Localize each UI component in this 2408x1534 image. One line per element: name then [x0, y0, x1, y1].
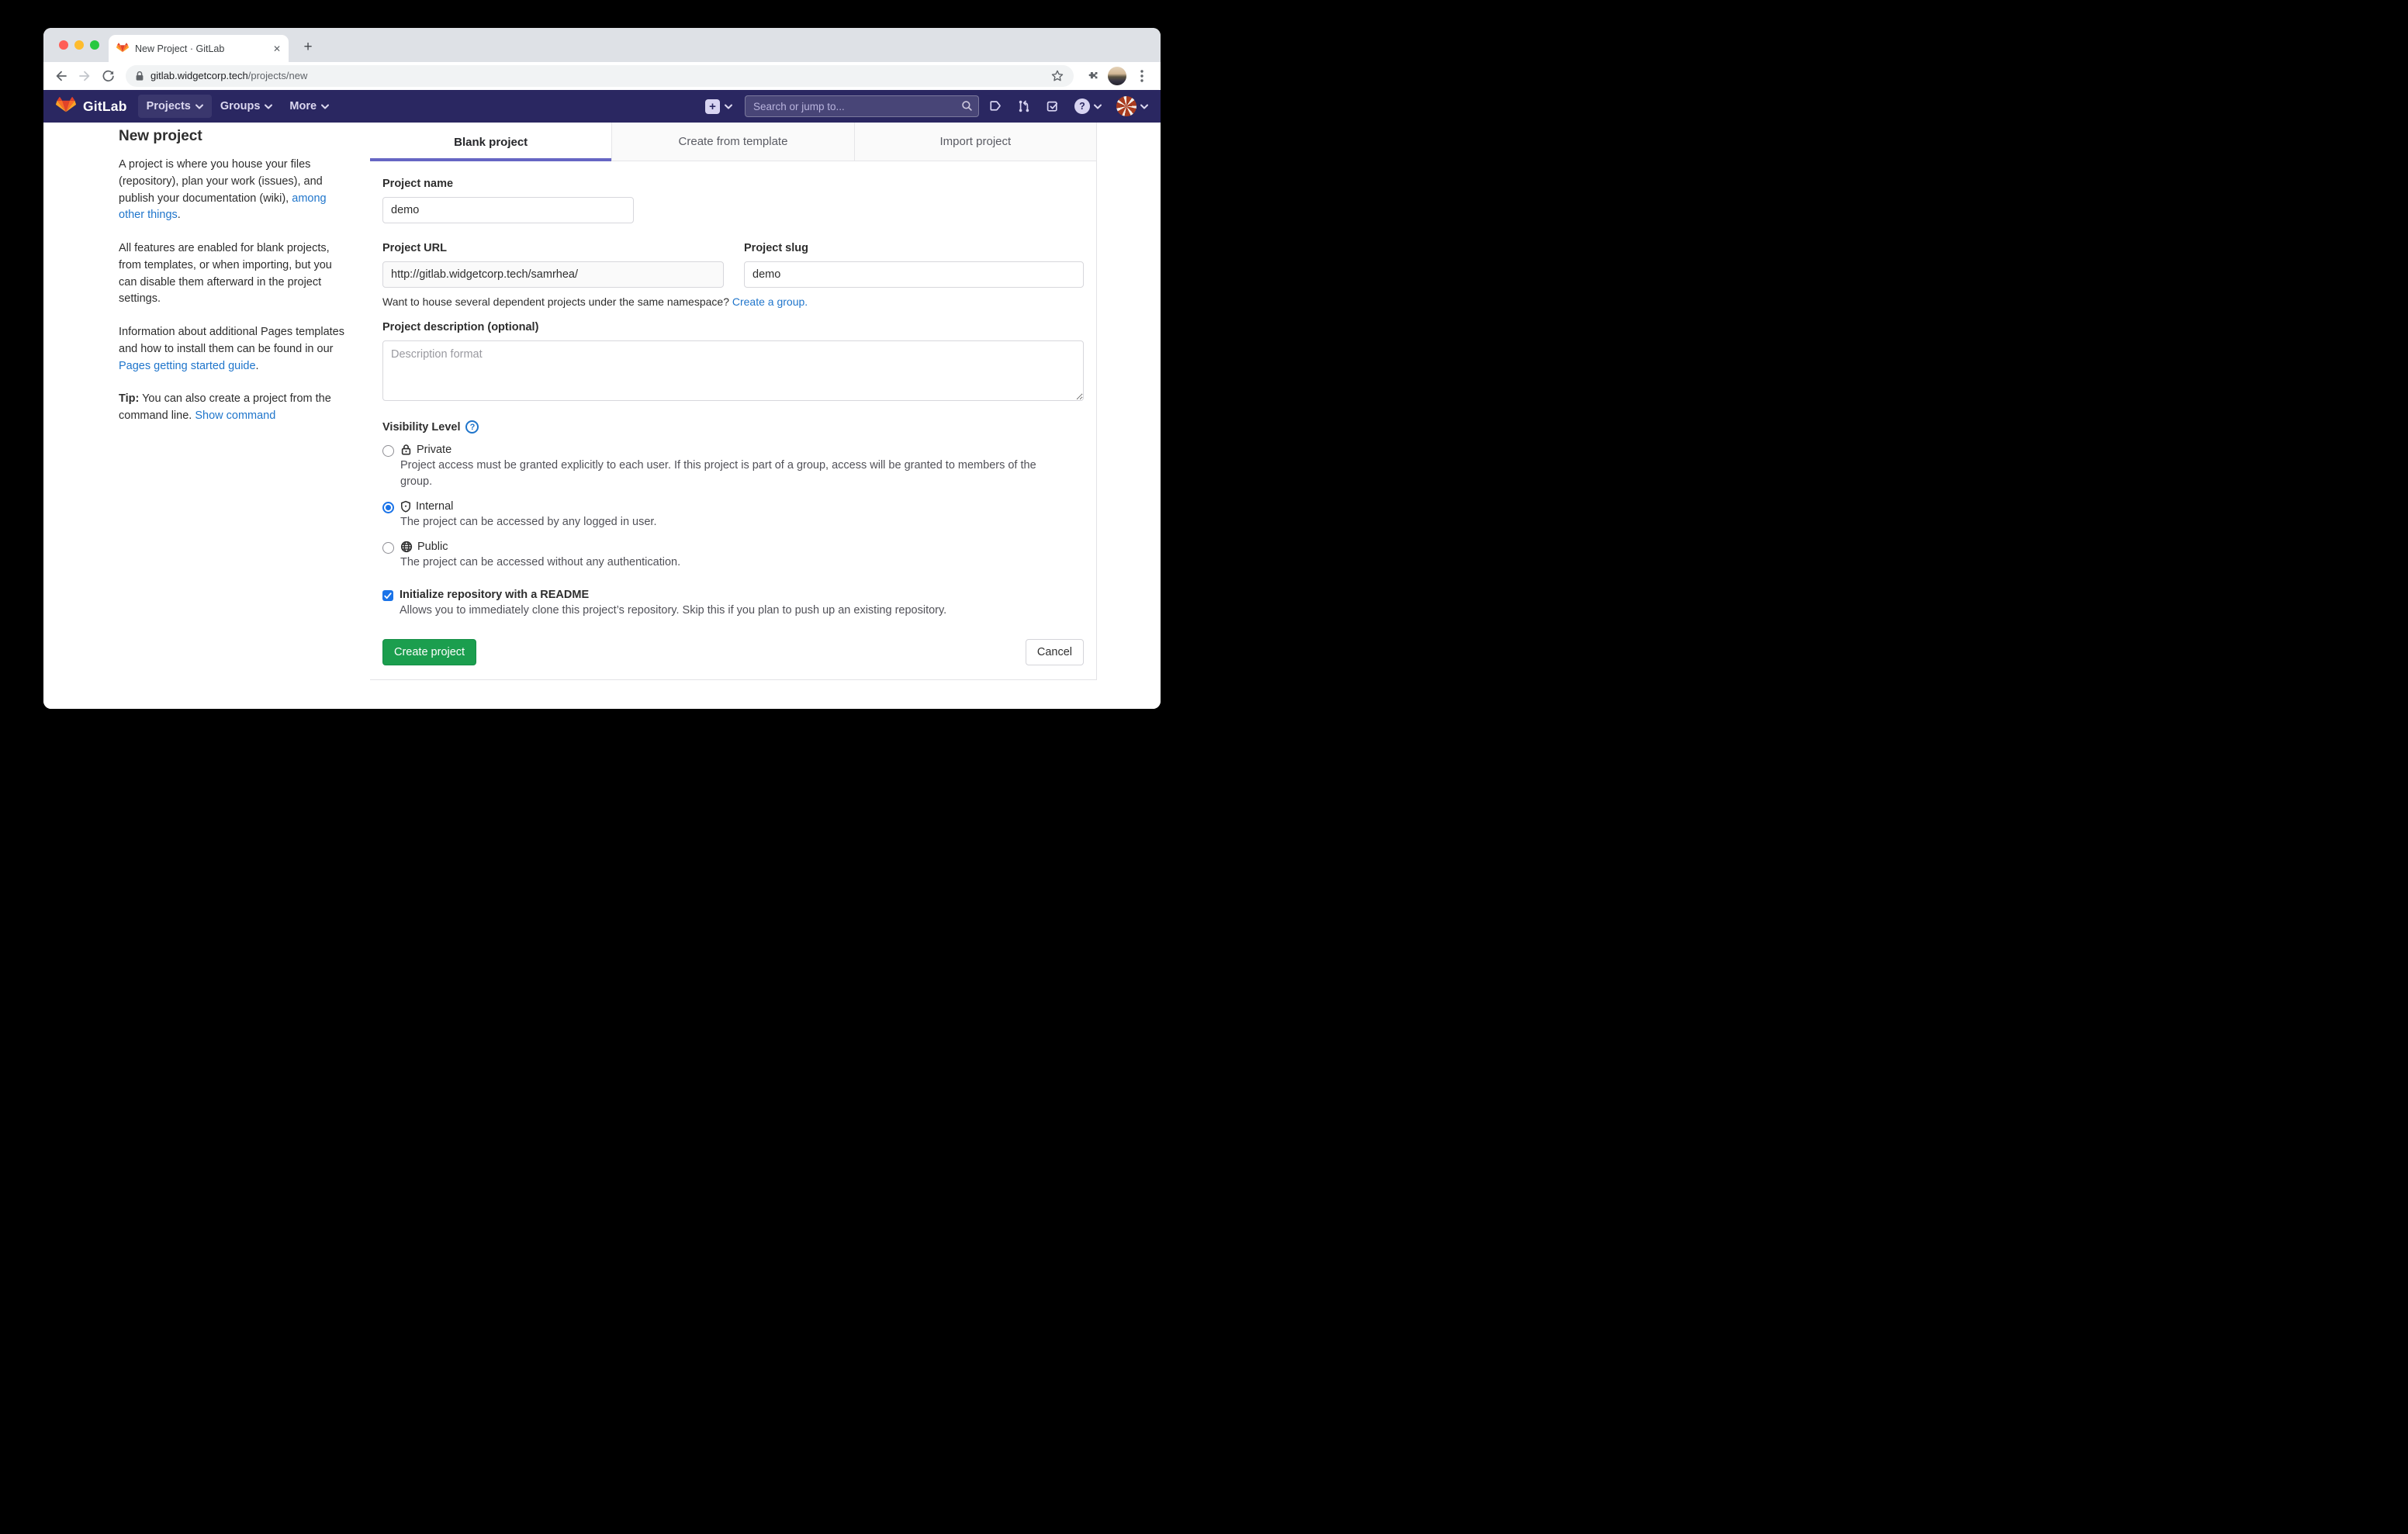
project-name-input[interactable]: [382, 197, 634, 223]
browser-menu-dots-icon[interactable]: [1131, 65, 1153, 87]
internal-radio[interactable]: [382, 502, 394, 513]
project-name-label: Project name: [382, 178, 1084, 190]
readme-label: Initialize repository with a README: [400, 589, 946, 601]
intro-paragraph: A project is where you house your files …: [119, 157, 347, 224]
globe-icon: [400, 541, 413, 553]
minimize-window-button[interactable]: [74, 40, 84, 50]
browser-tab[interactable]: New Project · GitLab ✕: [109, 35, 289, 62]
namespace-hint: Want to house several dependent projects…: [382, 295, 1084, 308]
project-url-input[interactable]: [382, 261, 724, 288]
page-content: New project A project is where you house…: [43, 123, 1161, 709]
project-slug-label: Project slug: [744, 242, 1084, 254]
public-option-name: Public: [417, 541, 448, 553]
gitlab-brand[interactable]: GitLab: [83, 98, 127, 115]
browser-window: New Project · GitLab ✕ + gitlab.widgetc: [43, 28, 1161, 709]
new-project-form: Blank project Create from template Impor…: [370, 123, 1097, 680]
readme-option[interactable]: Initialize repository with a README Allo…: [382, 589, 1084, 617]
nav-groups[interactable]: Groups: [212, 95, 282, 118]
project-type-tabs: Blank project Create from template Impor…: [370, 123, 1096, 161]
todo-check-icon[interactable]: [1046, 99, 1060, 113]
gitlab-navbar: GitLab Projects Groups More +: [43, 90, 1161, 123]
user-menu[interactable]: [1116, 96, 1148, 116]
forward-icon[interactable]: [74, 66, 95, 86]
create-a-group-link[interactable]: Create a group.: [732, 295, 808, 308]
new-menu-button[interactable]: +: [701, 96, 737, 117]
lock-icon: [135, 71, 144, 81]
merge-request-icon[interactable]: [1017, 99, 1031, 113]
public-radio[interactable]: [382, 542, 394, 554]
browser-toolbar: gitlab.widgetcorp.tech/projects/new: [43, 62, 1161, 90]
tab-blank-project[interactable]: Blank project: [370, 123, 611, 161]
screen: New Project · GitLab ✕ + gitlab.widgetc: [0, 0, 1204, 767]
tab-create-from-template[interactable]: Create from template: [611, 123, 853, 161]
plus-icon: +: [705, 99, 720, 114]
traffic-lights: [59, 40, 99, 50]
search-input[interactable]: [745, 95, 979, 117]
gitlab-logo-icon[interactable]: [56, 97, 76, 116]
search-icon: [961, 100, 973, 112]
help-icon: ?: [1074, 98, 1090, 114]
chevron-down-icon: [195, 104, 203, 109]
readme-description: Allows you to immediately clone this pro…: [400, 604, 946, 617]
visibility-option-internal[interactable]: Internal The project can be accessed by …: [382, 500, 1084, 530]
show-command-link[interactable]: Show command: [195, 409, 275, 422]
chevron-down-icon: [1140, 104, 1148, 109]
bookmark-star-icon[interactable]: [1050, 69, 1064, 83]
create-project-button[interactable]: Create project: [382, 639, 476, 665]
private-radio[interactable]: [382, 445, 394, 457]
readme-checkbox[interactable]: [382, 590, 393, 601]
project-url-label: Project URL: [382, 242, 724, 254]
shield-icon: [400, 500, 411, 513]
visibility-level-label: Visibility Level: [382, 421, 460, 434]
url-path: /projects/new: [248, 70, 308, 81]
pages-paragraph: Information about additional Pages templ…: [119, 324, 347, 375]
internal-option-name: Internal: [416, 500, 453, 513]
nav-projects[interactable]: Projects: [138, 95, 212, 118]
help-menu[interactable]: ?: [1074, 98, 1102, 114]
tab-import-project[interactable]: Import project: [854, 123, 1096, 161]
public-option-description: The project can be accessed without any …: [400, 555, 680, 571]
gitlab-favicon-icon: [116, 43, 129, 55]
extensions-puzzle-icon[interactable]: [1081, 65, 1103, 87]
issues-icon[interactable]: [988, 100, 1002, 113]
cancel-button[interactable]: Cancel: [1026, 639, 1084, 665]
tip-paragraph: Tip: You can also create a project from …: [119, 391, 347, 425]
private-option-description: Project access must be granted explicitl…: [400, 458, 1067, 490]
tab-strip: New Project · GitLab ✕ +: [43, 28, 1161, 62]
chevron-down-icon: [725, 104, 732, 109]
tab-title: New Project · GitLab: [135, 43, 268, 54]
zoom-window-button[interactable]: [90, 40, 99, 50]
lock-icon: [400, 444, 412, 456]
visibility-help-icon[interactable]: ?: [465, 420, 479, 434]
back-icon[interactable]: [51, 66, 71, 86]
global-search: [745, 95, 979, 117]
project-description-label: Project description (optional): [382, 321, 1084, 333]
chevron-down-icon: [1094, 104, 1102, 109]
project-description-textarea[interactable]: [382, 340, 1084, 401]
chevron-down-icon: [265, 104, 272, 109]
close-window-button[interactable]: [59, 40, 68, 50]
private-option-name: Private: [417, 444, 452, 456]
user-avatar: [1116, 96, 1137, 116]
new-tab-button[interactable]: +: [298, 37, 318, 57]
visibility-option-private[interactable]: Private Project access must be granted e…: [382, 444, 1084, 490]
tab-close-icon[interactable]: ✕: [273, 44, 281, 54]
project-slug-input[interactable]: [744, 261, 1084, 288]
nav-more[interactable]: More: [281, 95, 337, 118]
pages-guide-link[interactable]: Pages getting started guide: [119, 360, 256, 372]
url-host: gitlab.widgetcorp.tech: [150, 70, 248, 81]
page-intro: New project A project is where you house…: [119, 128, 347, 441]
chevron-down-icon: [321, 104, 329, 109]
page-title: New project: [119, 128, 347, 145]
address-bar[interactable]: gitlab.widgetcorp.tech/projects/new: [126, 65, 1074, 87]
internal-option-description: The project can be accessed by any logge…: [400, 514, 656, 530]
features-paragraph: All features are enabled for blank proje…: [119, 240, 347, 308]
visibility-option-public[interactable]: Public The project can be accessed witho…: [382, 541, 1084, 571]
refresh-icon[interactable]: [98, 66, 118, 86]
browser-profile-avatar[interactable]: [1106, 65, 1128, 87]
